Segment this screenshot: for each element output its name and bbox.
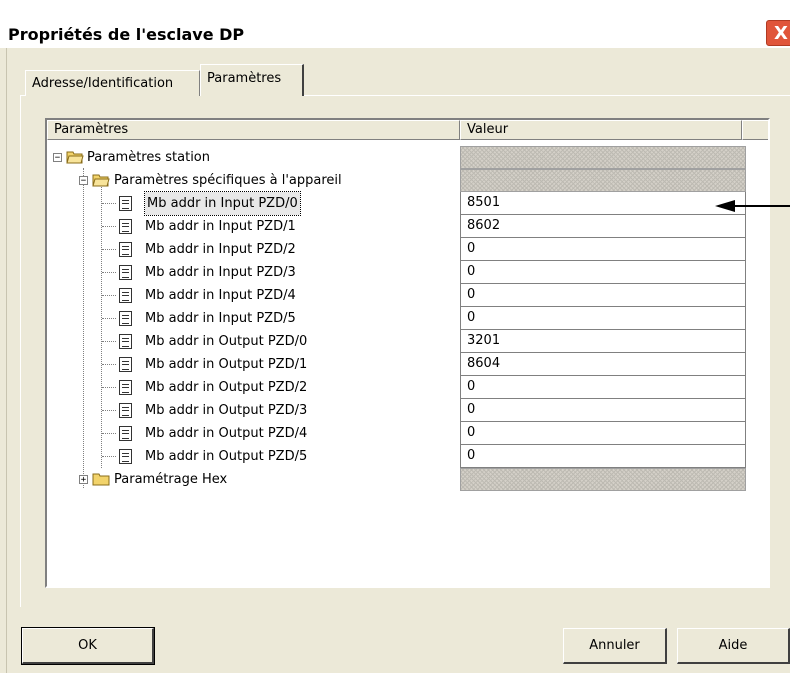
- parameter-document-icon: [119, 403, 132, 418]
- parameter-label: Mb addr in Output PZD/1: [145, 357, 308, 372]
- tree-line: [102, 318, 116, 319]
- parameter-label: Mb addr in Input PZD/5: [145, 311, 296, 326]
- tree-line: [102, 226, 116, 227]
- tree-line: [102, 364, 116, 365]
- parameter-row[interactable]: Mb addr in Output PZD/1 8604: [47, 353, 768, 376]
- parameter-row[interactable]: Mb addr in Input PZD/2 0: [47, 238, 768, 261]
- tab-address-identification[interactable]: Adresse/Identification: [25, 70, 200, 96]
- parameter-tree-list[interactable]: Paramètres Valeur − Paramètres station −…: [45, 118, 770, 588]
- parameter-document-icon: [119, 265, 132, 280]
- parameter-row[interactable]: Mb addr in Input PZD/0 8501: [47, 191, 768, 216]
- parameter-document-icon: [119, 357, 132, 372]
- parameter-label: Mb addr in Output PZD/0: [145, 334, 308, 349]
- device-specific-label: Paramètres spécifiques à l'appareil: [114, 173, 342, 188]
- parameter-row[interactable]: Mb addr in Output PZD/3 0: [47, 399, 768, 422]
- parameter-label: Mb addr in Output PZD/5: [145, 449, 308, 464]
- collapse-icon[interactable]: −: [53, 153, 62, 163]
- parameter-value-field[interactable]: 0: [460, 422, 746, 445]
- collapse-icon[interactable]: −: [79, 176, 88, 186]
- pointer-arrow-icon: [715, 200, 790, 212]
- parameter-row[interactable]: Mb addr in Output PZD/0 3201: [47, 330, 768, 353]
- parameter-document-icon: [119, 311, 132, 326]
- parameter-document-icon: [119, 219, 132, 234]
- parameter-label: Mb addr in Input PZD/0: [144, 191, 301, 216]
- parameter-row[interactable]: Mb addr in Output PZD/2 0: [47, 376, 768, 399]
- window-title: Propriétés de l'esclave DP: [8, 25, 245, 44]
- parameter-label: Mb addr in Input PZD/3: [145, 265, 296, 280]
- tree-row-station[interactable]: − Paramètres station: [47, 146, 768, 169]
- parameter-value-field[interactable]: 8602: [460, 215, 746, 238]
- parameter-value-field[interactable]: 8604: [460, 353, 746, 376]
- parameter-document-icon: [119, 380, 132, 395]
- parameter-document-icon: [119, 242, 132, 257]
- open-folder-icon: [66, 151, 84, 164]
- value-cell-empty: [460, 146, 746, 169]
- value-cell-empty: [460, 468, 746, 491]
- tree-line: [102, 295, 116, 296]
- tree-row-hex[interactable]: + Paramétrage Hex: [47, 468, 768, 491]
- parameter-document-icon: [119, 334, 132, 349]
- hex-label: Paramétrage Hex: [114, 472, 228, 487]
- parameter-document-icon: [119, 288, 132, 303]
- close-button[interactable]: X: [766, 20, 790, 46]
- help-button[interactable]: Aide: [677, 628, 790, 664]
- parameter-value-field[interactable]: 0: [460, 261, 746, 284]
- tree-line: [102, 272, 116, 273]
- value-cell-empty: [460, 169, 746, 192]
- parameter-row[interactable]: Mb addr in Output PZD/4 0: [47, 422, 768, 445]
- column-header-value[interactable]: Valeur: [460, 120, 742, 140]
- parameter-value-field[interactable]: 0: [460, 445, 746, 468]
- parameter-label: Mb addr in Output PZD/4: [145, 426, 308, 441]
- parameter-label: Mb addr in Output PZD/2: [145, 380, 308, 395]
- parameter-row[interactable]: Mb addr in Output PZD/5 0: [47, 445, 768, 468]
- folder-icon: [92, 473, 110, 486]
- parameter-row[interactable]: Mb addr in Input PZD/4 0: [47, 284, 768, 307]
- tree-line: [102, 433, 116, 434]
- parameter-value-field[interactable]: 3201: [460, 330, 746, 353]
- parameter-value-field[interactable]: 0: [460, 376, 746, 399]
- parameter-value-field[interactable]: 0: [460, 307, 746, 330]
- parameter-value-field[interactable]: 0: [460, 399, 746, 422]
- parameter-row[interactable]: Mb addr in Input PZD/1 8602: [47, 215, 768, 238]
- open-folder-icon: [92, 174, 110, 187]
- expand-icon[interactable]: +: [79, 475, 88, 485]
- parameter-label: Mb addr in Input PZD/2: [145, 242, 296, 257]
- tree-line: [102, 387, 116, 388]
- cancel-button[interactable]: Annuler: [563, 628, 667, 664]
- column-header-spacer: [742, 120, 768, 140]
- parameter-value-field[interactable]: 0: [460, 238, 746, 261]
- tree-row-device-specific[interactable]: − Paramètres spécifiques à l'appareil: [47, 169, 768, 192]
- parameter-value-field[interactable]: 8501: [460, 192, 746, 215]
- parameter-row[interactable]: Mb addr in Input PZD/5 0: [47, 307, 768, 330]
- ok-button[interactable]: OK: [21, 627, 155, 665]
- parameter-document-icon: [119, 426, 132, 441]
- parameter-label: Mb addr in Input PZD/4: [145, 288, 296, 303]
- tree-line: [102, 249, 116, 250]
- station-label: Paramètres station: [87, 150, 210, 165]
- parameter-label: Mb addr in Output PZD/3: [145, 403, 308, 418]
- title-bar: Propriétés de l'esclave DP X: [0, 0, 790, 48]
- parameter-document-icon: [119, 449, 132, 464]
- tree-line: [102, 456, 116, 457]
- tree-line: [102, 203, 116, 204]
- parameter-row[interactable]: Mb addr in Input PZD/3 0: [47, 261, 768, 284]
- tree-line: [102, 410, 116, 411]
- column-header-parameters[interactable]: Paramètres: [47, 120, 460, 140]
- parameter-document-icon: [119, 196, 132, 211]
- tab-parameters[interactable]: Paramètres: [200, 64, 304, 96]
- tree-line: [102, 341, 116, 342]
- parameter-value-field[interactable]: 0: [460, 284, 746, 307]
- parameter-label: Mb addr in Input PZD/1: [145, 219, 296, 234]
